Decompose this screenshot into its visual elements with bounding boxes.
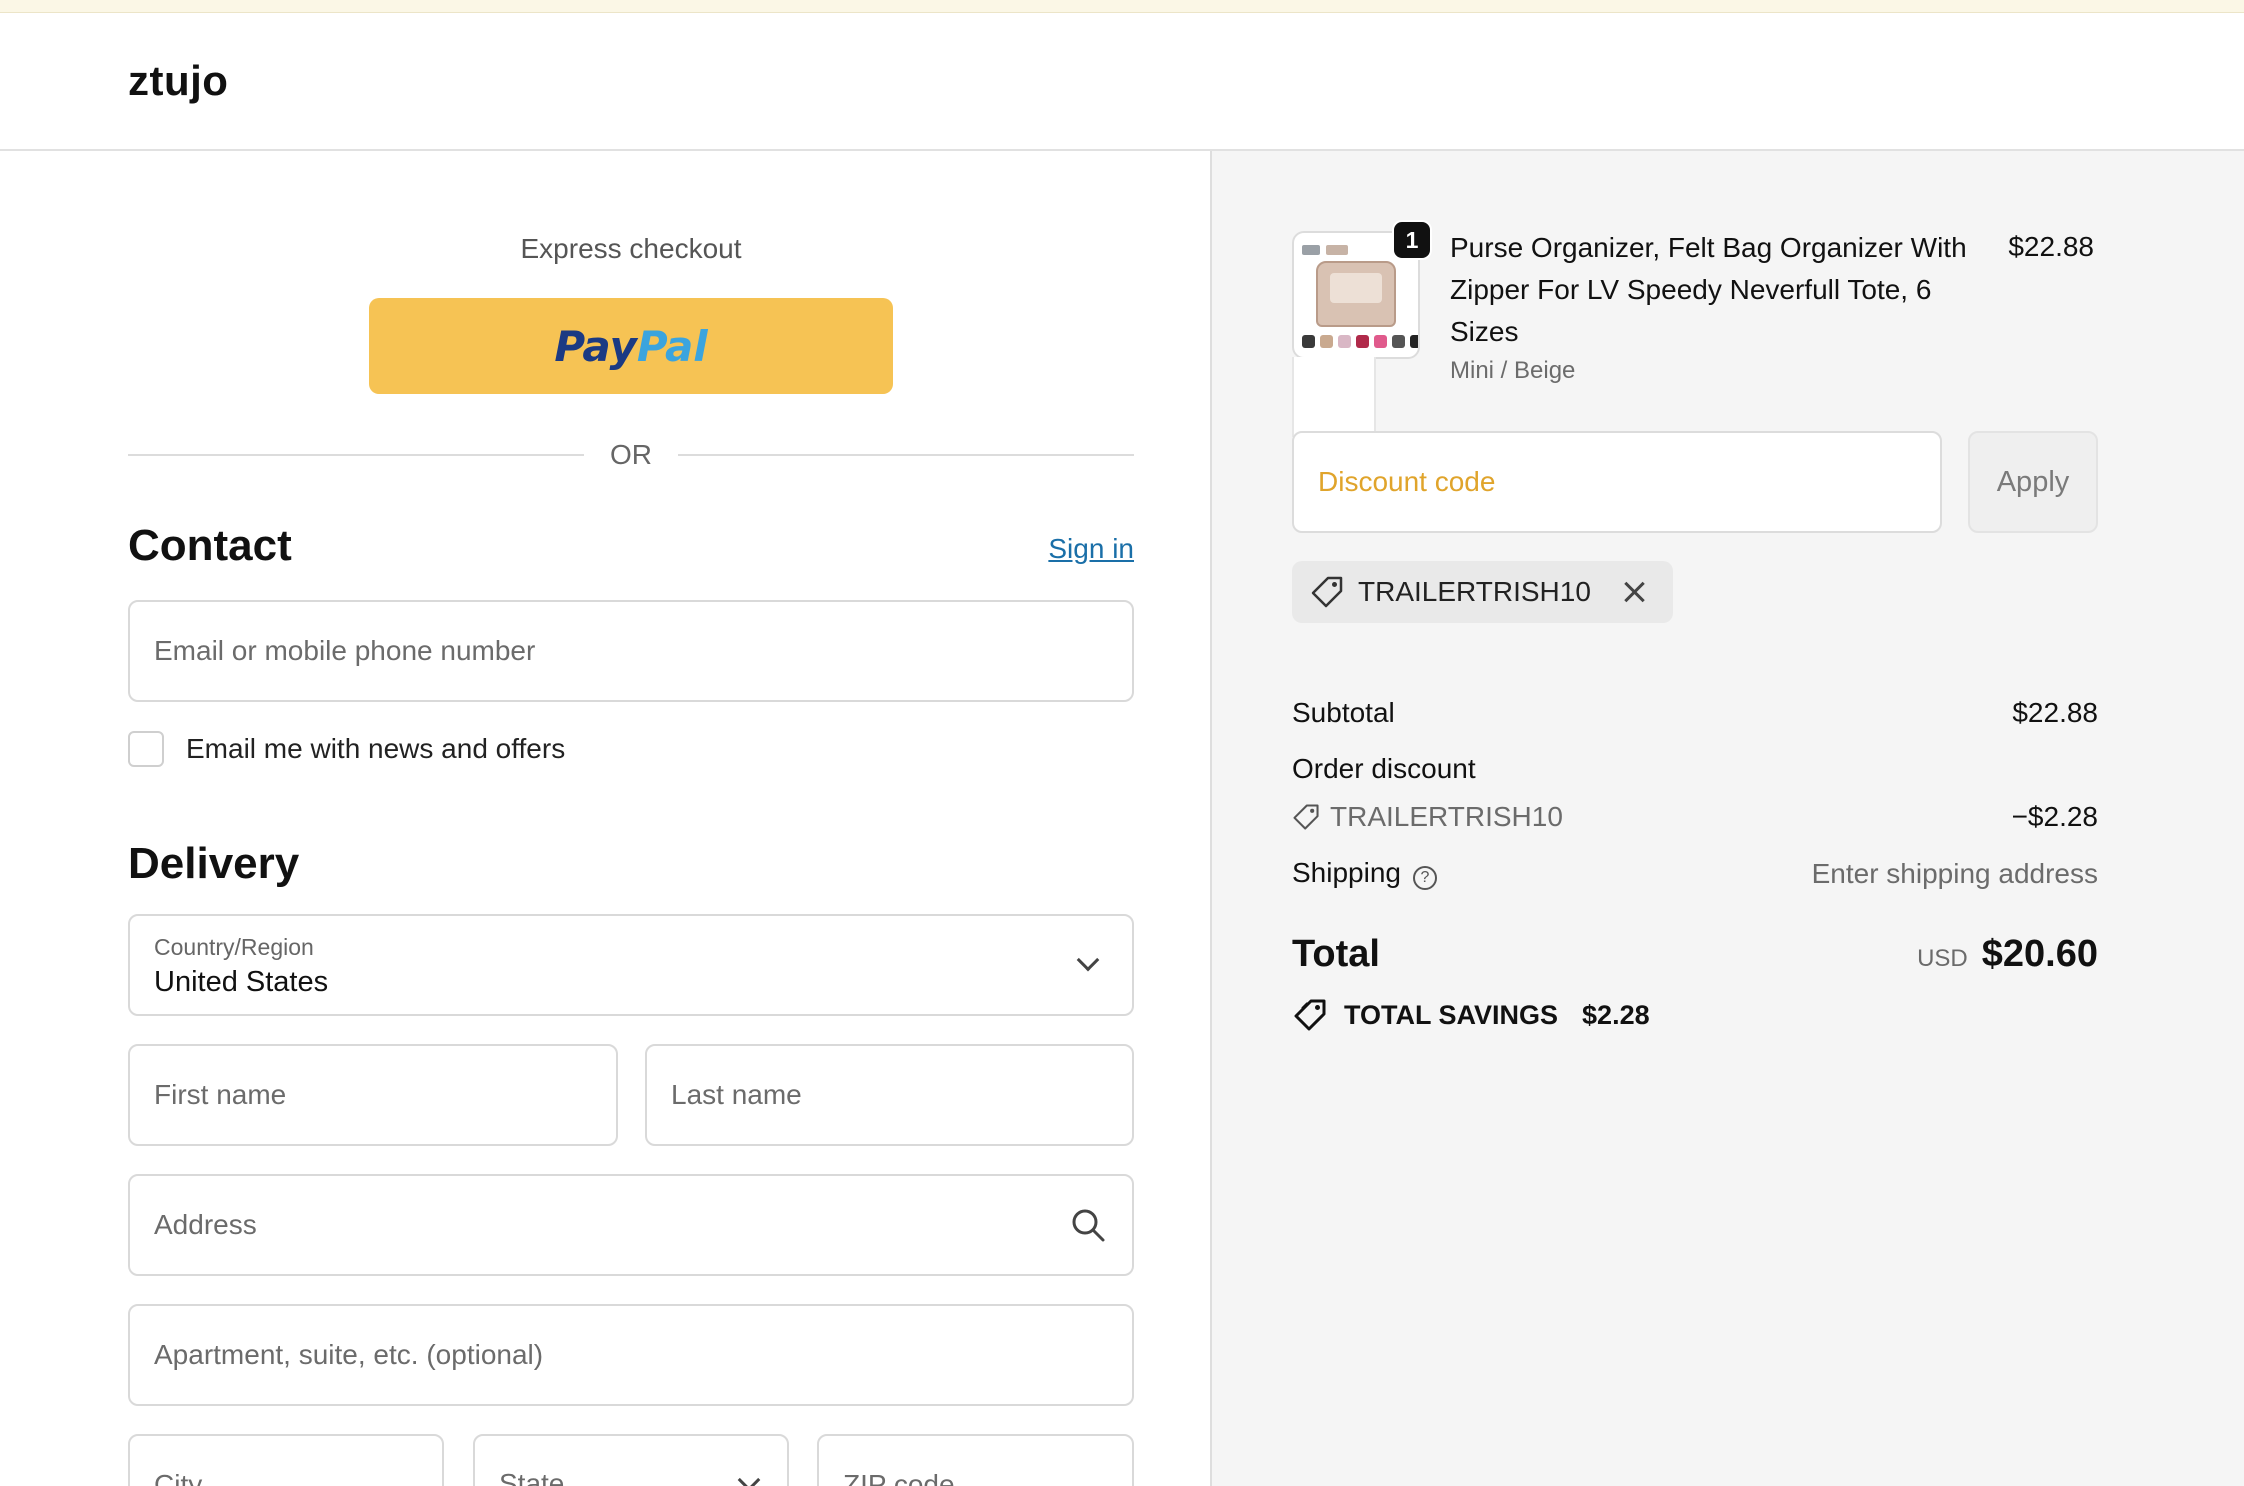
total-row: Total USD $20.60	[1292, 933, 2098, 976]
subtotal-label: Subtotal	[1292, 697, 1395, 728]
total-savings-label: TOTAL SAVINGS	[1344, 999, 1559, 1030]
product-variant: Mini / Beige	[1450, 357, 1576, 384]
savings-tag-icon	[1294, 999, 1326, 1031]
country-label: Country/Region	[154, 934, 314, 960]
applied-discount-chip: TRAILERTRISH10	[1292, 561, 1673, 623]
total-amount-wrap: USD $20.60	[1917, 933, 2098, 976]
discount-value: −$2.28	[2011, 801, 2098, 832]
city-input[interactable]	[130, 1436, 442, 1486]
discount-code-tag: TRAILERTRISH10	[1292, 801, 1563, 833]
discount-detail-row: TRAILERTRISH10 −$2.28	[1292, 801, 2098, 833]
site-header: ztujo	[0, 13, 2244, 151]
discount-code-field[interactable]	[1292, 431, 1942, 533]
total-savings-value: $2.28	[1582, 999, 1650, 1030]
divider-line	[678, 454, 1134, 456]
state-select[interactable]: State	[473, 1434, 789, 1486]
currency-code: USD	[1917, 945, 1968, 972]
total-savings-row: TOTAL SAVINGS $2.28	[1292, 997, 1650, 1033]
checkout-form-column: Express checkout Pay Pal OR Contact Sign …	[0, 151, 1210, 1486]
contact-title: Contact	[128, 521, 292, 570]
order-summary-column: 1 Purse Organizer, Felt Bag Organizer Wi…	[1210, 151, 2244, 1486]
shipping-label-wrap: Shipping?	[1292, 857, 1437, 890]
newsletter-label: Email me with news and offers	[186, 733, 566, 764]
applied-discount-code: TRAILERTRISH10	[1358, 576, 1591, 607]
paypal-logo-pay: Pay	[554, 321, 637, 371]
discount-code-text: TRAILERTRISH10	[1330, 801, 1563, 832]
apply-discount-button[interactable]: Apply	[1968, 431, 2098, 533]
quantity-badge: 1	[1392, 220, 1432, 260]
state-label: State	[499, 1468, 565, 1486]
newsletter-row: Email me with news and offers	[128, 731, 565, 767]
first-name-input[interactable]	[130, 1046, 616, 1144]
organizer-image	[1316, 261, 1396, 327]
product-price: $22.88	[2008, 231, 2094, 262]
subtotal-value: $22.88	[2012, 697, 2098, 728]
subtotal-row: Subtotal $22.88	[1292, 697, 2098, 729]
shipping-label: Shipping	[1292, 857, 1401, 888]
store-logo[interactable]: ztujo	[128, 57, 228, 105]
chevron-down-icon	[737, 1468, 761, 1486]
discount-code-input[interactable]	[1294, 433, 1940, 531]
shipping-row: Shipping? Enter shipping address	[1292, 857, 2098, 890]
first-name-field[interactable]	[128, 1044, 618, 1146]
country-value: United States	[154, 966, 329, 998]
help-icon[interactable]: ?	[1412, 866, 1437, 890]
apartment-input[interactable]	[130, 1306, 1132, 1404]
address-field[interactable]	[128, 1174, 1134, 1276]
thumb-detail	[1302, 245, 1320, 255]
total-label: Total	[1292, 933, 1380, 975]
total-amount: $20.60	[1981, 933, 2098, 975]
paypal-button[interactable]: Pay Pal	[369, 298, 893, 394]
color-swatches	[1302, 335, 1418, 348]
search-icon[interactable]	[1070, 1207, 1106, 1243]
zip-field[interactable]	[817, 1434, 1134, 1486]
product-name: Purse Organizer, Felt Bag Organizer With…	[1450, 232, 1967, 347]
paypal-logo-pal: Pal	[636, 321, 708, 371]
last-name-field[interactable]	[645, 1044, 1134, 1146]
delivery-title: Delivery	[128, 839, 300, 888]
country-select[interactable]: Country/Region United States	[128, 914, 1134, 1016]
last-name-input[interactable]	[647, 1046, 1132, 1144]
or-divider: OR	[128, 437, 1134, 473]
thumb-detail	[1326, 245, 1348, 255]
shipping-value: Enter shipping address	[1811, 857, 2098, 889]
zip-input[interactable]	[819, 1436, 1132, 1486]
order-discount-row: Order discount	[1292, 753, 2098, 785]
divider-line	[128, 454, 584, 456]
close-icon[interactable]	[1619, 577, 1649, 607]
email-input[interactable]	[130, 602, 1132, 700]
express-checkout-label: Express checkout	[520, 233, 742, 264]
thumbnail-shadow	[1292, 357, 1376, 437]
tag-icon	[1311, 576, 1343, 608]
top-banner-strip	[0, 0, 2244, 13]
city-field[interactable]	[128, 1434, 444, 1486]
chevron-down-icon	[1076, 948, 1100, 972]
order-discount-label: Order discount	[1292, 753, 1476, 784]
sign-in-link[interactable]: Sign in	[1048, 533, 1134, 565]
address-input[interactable]	[130, 1176, 1132, 1274]
or-text: OR	[610, 439, 652, 470]
newsletter-checkbox[interactable]	[128, 731, 164, 767]
tag-icon	[1293, 804, 1319, 830]
apartment-field[interactable]	[128, 1304, 1134, 1406]
email-field[interactable]	[128, 600, 1134, 702]
